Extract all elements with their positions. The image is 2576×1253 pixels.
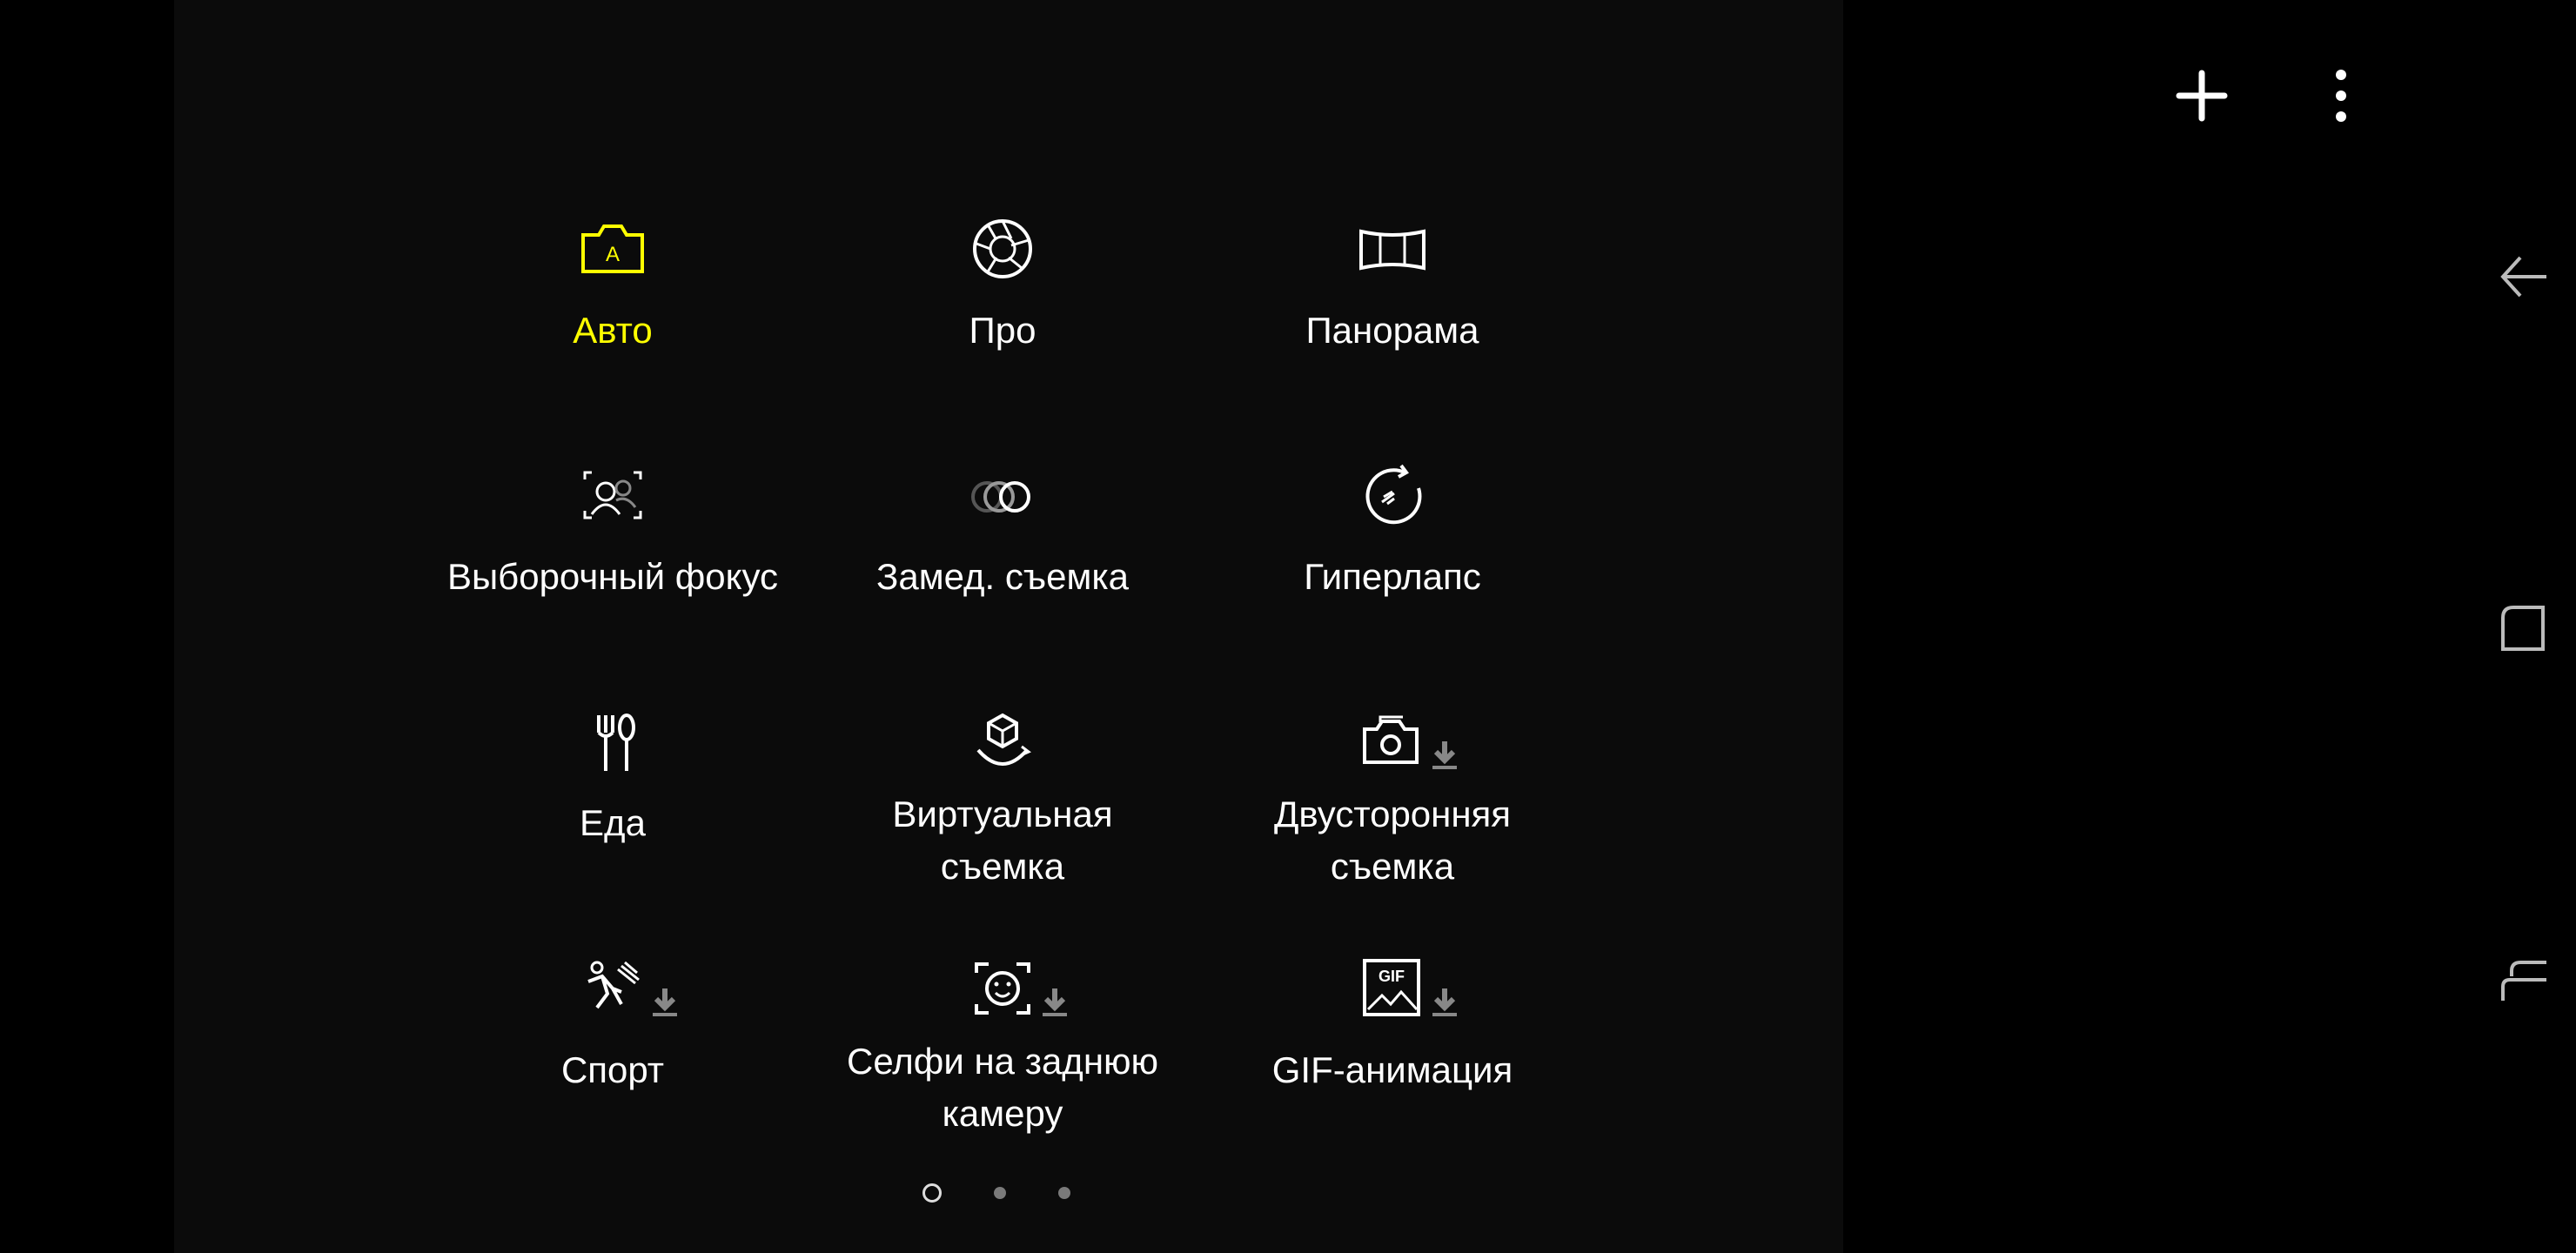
mode-label-line: Виртуальная [892,794,1113,834]
mode-label-line: съемка [940,846,1065,887]
download-icon [1037,985,1072,1020]
rear-selfie-icon [961,947,1044,1030]
home-icon [2501,606,2545,651]
recents-button[interactable] [2489,947,2559,1016]
mode-label: GIF-анимация [1271,1049,1513,1090]
mode-label: Селфи на заднюю камеру [808,1035,1197,1140]
mode-label: Спорт [560,1049,665,1090]
top-actions [2167,61,2376,131]
mode-label: Замед. съемка [875,556,1130,597]
mode-dual-camera[interactable]: Двусторонняя съемка [1197,684,1587,919]
page-dot[interactable] [994,1187,1006,1199]
mode-label: Двусторонняя съемка [1197,788,1587,893]
plus-icon [2176,70,2228,122]
mode-auto[interactable]: A Авто [418,191,808,426]
more-vert-icon [2336,70,2346,122]
mode-label: Гиперлапс [1304,556,1481,597]
mode-label-line: Селфи на заднюю [846,1041,1159,1082]
food-icon [571,700,654,783]
gif-icon-text: GIF [1379,968,1405,985]
back-button[interactable] [2489,242,2559,312]
mode-label: Про [969,310,1036,351]
mode-hyperlapse[interactable]: Гиперлапс [1197,438,1587,673]
mode-rear-selfie[interactable]: Селфи на заднюю камеру [808,931,1197,1166]
page-dot[interactable] [1058,1187,1070,1199]
mode-label: Еда [580,802,646,843]
svg-text:A: A [606,243,620,266]
mode-label-line: камеру [942,1093,1063,1134]
mode-gif[interactable]: GIF GIF-анимация [1197,931,1587,1166]
hyperlapse-icon [1351,453,1434,537]
selective-focus-icon [571,453,654,537]
mode-pro[interactable]: Про [808,191,1197,426]
mode-label: Виртуальная съемка [808,788,1197,893]
add-mode-button[interactable] [2167,61,2237,131]
camera-auto-icon: A [571,207,654,291]
mode-label: Выборочный фокус [446,556,779,597]
page-indicator [922,1183,1070,1203]
dual-camera-icon [1351,700,1434,783]
aperture-icon [961,207,1044,291]
virtual-shot-icon [961,700,1044,783]
mode-label: Панорама [1305,310,1479,351]
mode-selective-focus[interactable]: Выборочный фокус [418,438,808,673]
mode-virtual-shot[interactable]: Виртуальная съемка [808,684,1197,919]
mode-label: Авто [573,310,653,351]
home-button[interactable] [2489,593,2559,663]
more-options-button[interactable] [2306,61,2376,131]
panorama-icon [1351,207,1434,291]
navigation-bar [2472,0,2576,1253]
mode-panorama[interactable]: Панорама [1197,191,1587,426]
mode-sport[interactable]: Спорт [418,931,808,1166]
recents-icon [2501,961,2546,1001]
sport-icon [571,947,654,1030]
gif-icon: GIF [1351,947,1434,1030]
download-icon [1427,985,1462,1020]
slow-motion-icon [961,453,1044,537]
mode-label-line: Двусторонняя [1273,794,1512,834]
mode-slow-motion[interactable]: Замед. съемка [808,438,1197,673]
mode-food[interactable]: Еда [418,684,808,919]
download-icon [647,985,682,1020]
mode-label-line: съемка [1330,846,1455,887]
back-icon [2500,256,2546,298]
download-icon [1427,738,1462,773]
page-dot-current[interactable] [922,1183,942,1203]
